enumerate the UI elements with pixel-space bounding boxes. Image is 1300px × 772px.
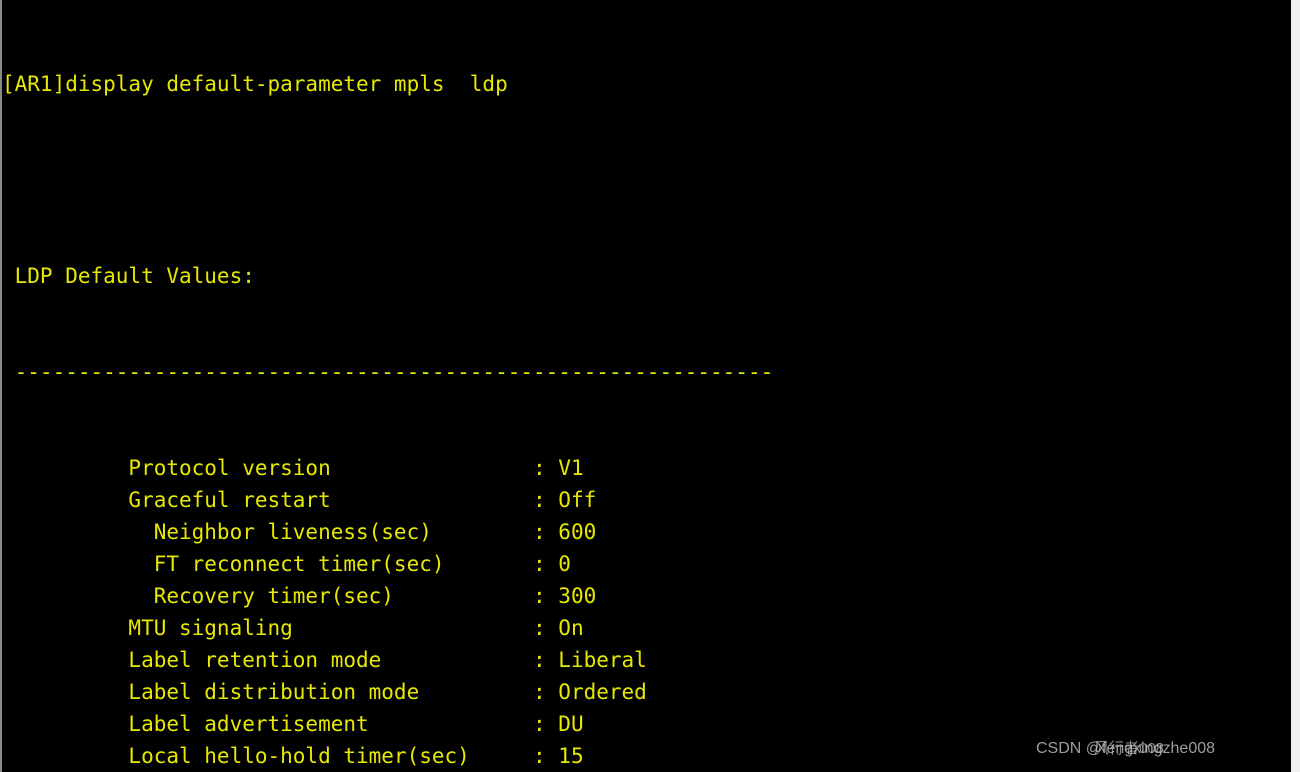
watermark: CSDN @fengxingzhe008 风行者008	[1036, 736, 1286, 766]
terminal-window: [AR1]display default-parameter mpls ldp …	[0, 0, 1300, 772]
parameter-row: Label advertisement : DU	[2, 712, 584, 736]
parameter-row: MTU signaling : On	[2, 616, 584, 640]
parameter-row: FT reconnect timer(sec) : 0	[2, 552, 571, 576]
section-title: LDP Default Values:	[2, 264, 255, 288]
parameter-row: Local hello-hold timer(sec) : 15	[2, 744, 584, 768]
parameter-row: Label retention mode : Liberal	[2, 648, 647, 672]
right-edge-strip	[1291, 0, 1300, 772]
parameter-row: Neighbor liveness(sec) : 600	[2, 520, 597, 544]
watermark-overlay: 风行者008	[1094, 740, 1165, 757]
parameter-row: Protocol version : V1	[2, 456, 584, 480]
parameter-row: Graceful restart : Off	[2, 488, 597, 512]
parameter-list: Protocol version : V1 Graceful restart :…	[2, 452, 773, 772]
parameter-row: Recovery timer(sec) : 300	[2, 584, 597, 608]
terminal-output[interactable]: [AR1]display default-parameter mpls ldp …	[2, 0, 773, 772]
separator-top: ----------------------------------------…	[2, 360, 774, 384]
watermark-primary: CSDN @fengxingzhe008	[1036, 740, 1216, 757]
command-prompt-line: [AR1]display default-parameter mpls ldp	[2, 72, 508, 96]
parameter-row: Label distribution mode : Ordered	[2, 680, 647, 704]
